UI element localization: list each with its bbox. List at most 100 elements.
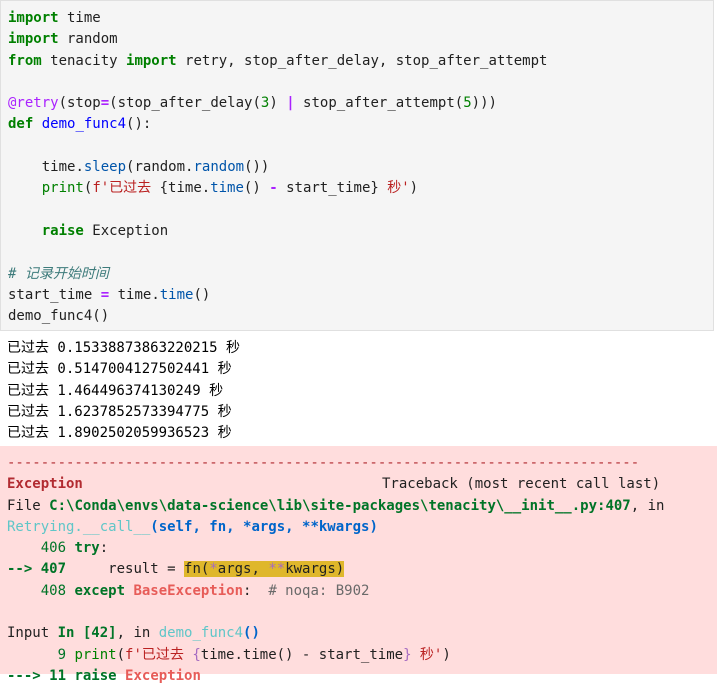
line-number: 11 — [49, 667, 75, 684]
code-token: 秒' — [411, 646, 443, 663]
traceback-header: Traceback (most recent call last) — [382, 476, 661, 493]
code-line: def demo_func4(): — [8, 114, 547, 135]
code-line: @retry(stop=(stop_after_delay(3) | stop_… — [8, 93, 547, 114]
code-token: BaseException — [133, 582, 244, 599]
code-token: @retry — [8, 95, 59, 112]
code-token: = — [100, 95, 110, 112]
code-token: : — [99, 540, 109, 557]
code-token: Exception — [83, 222, 169, 239]
code-token: print — [74, 646, 117, 663]
code-token: raise — [74, 667, 117, 684]
stdout-line: 已过去 0.15338873863220215 秒 — [7, 340, 241, 356]
code-token: time — [159, 286, 194, 303]
code-token: start_time — [8, 286, 101, 303]
code-token: time.time() - start_time — [200, 646, 404, 663]
code-token: raise — [41, 222, 84, 239]
code-line: from tenacity import retry, stop_after_d… — [8, 51, 547, 72]
code-token: - — [269, 180, 278, 197]
code-editor[interactable]: import time import random from tenacity im… — [8, 8, 547, 327]
code-token: ) — [269, 95, 287, 112]
code-token: * — [209, 561, 218, 578]
traceback-code-line: ---> 11 raise Exception — [7, 666, 664, 687]
code-token: { — [192, 646, 201, 663]
code-token: import — [8, 31, 59, 48]
code-token: # 记录开始时间 — [8, 265, 109, 282]
current-line-arrow: --> — [7, 561, 41, 578]
file-path-link[interactable]: C:\Conda\envs\data-science\lib\site-pack… — [49, 498, 631, 514]
code-token: start_time} — [277, 180, 379, 197]
code-token: | — [286, 95, 295, 112]
input-parens: () — [243, 625, 260, 642]
code-token: () — [193, 286, 211, 303]
code-line: import time — [8, 8, 547, 29]
current-line-arrow: ---> — [7, 667, 50, 684]
line-number: 9 — [7, 646, 75, 663]
code-token: : — [243, 582, 269, 599]
func-args: (self, fn, *args, **kwargs) — [150, 518, 378, 535]
code-token: time — [8, 159, 76, 176]
code-token: # noqa: B902 — [268, 582, 370, 599]
code-token: from — [8, 52, 42, 69]
code-token: stop_after_attempt( — [294, 95, 464, 112]
code-token: fn( — [184, 561, 210, 578]
file-suffix: , in — [630, 497, 665, 514]
code-token: = — [100, 286, 110, 303]
code-token: ** — [268, 561, 286, 578]
code-token: demo_func4 — [41, 116, 127, 133]
exception-name: Exception — [7, 476, 83, 493]
input-func-name: demo_func4 — [158, 625, 244, 642]
code-token: 秒' — [378, 180, 410, 197]
code-token: sleep — [83, 159, 127, 176]
code-token: (stop_after_delay( — [109, 95, 261, 112]
stdout-line: 已过去 1.8902502059936523 秒 — [7, 425, 232, 442]
code-token: ) — [442, 646, 451, 663]
code-line: time.sleep(random.random()) — [8, 157, 547, 178]
input-cell-label: In [42] — [57, 625, 117, 642]
code-token: . — [201, 180, 211, 197]
code-token: Exception — [125, 667, 201, 684]
input-mid: , in — [116, 625, 159, 642]
traceback-frame-2: 9 print(f'已过去 {time.time() - start_time}… — [7, 645, 664, 687]
traceback-code-line: 406 try: — [7, 538, 664, 559]
stdout-line: 已过去 1.6237852573394775 秒 — [7, 403, 232, 420]
code-input-cell[interactable]: import time import random from tenacity im… — [0, 0, 714, 331]
traceback-code-line: 9 print(f'已过去 {time.time() - start_time}… — [7, 645, 664, 666]
code-token: time — [109, 286, 152, 303]
stderr-output: ----------------------------------------… — [0, 446, 717, 684]
code-token: {time — [159, 180, 202, 197]
code-token: time — [210, 180, 244, 197]
code-token: 5 — [463, 95, 472, 112]
code-line: import random — [8, 29, 547, 50]
code-token: def — [8, 116, 34, 133]
code-token: . — [75, 159, 84, 176]
code-token: (stop — [58, 95, 101, 112]
traceback-code-line: 408 except BaseException: # noqa: B902 — [7, 581, 664, 602]
code-line: # 记录开始时间 — [8, 264, 547, 285]
input-prefix: Input — [7, 625, 58, 642]
code-token: ( — [116, 646, 126, 663]
code-line: start_time = time.time() — [8, 285, 547, 306]
code-token: args, — [217, 561, 269, 578]
code-line: demo_func4() — [8, 306, 547, 327]
func-name: Retrying.__call__ — [7, 518, 151, 535]
stdout-line: 已过去 0.5147004127502441 秒 — [7, 361, 232, 378]
line-number: 407 — [40, 561, 75, 578]
traceback-frame-1: 406 try: --> 407 result = fn(*args, **kwa… — [7, 538, 664, 602]
traceback-separator: ----------------------------------------… — [7, 455, 640, 471]
code-token: } — [403, 646, 412, 663]
code-token: except — [74, 582, 126, 599]
code-token: time — [58, 10, 101, 26]
code-token: retry, stop_after_delay, stop_after_atte… — [176, 52, 548, 69]
stdout-output: 已过去 0.15338873863220215 秒已过去 0.514700412… — [7, 338, 240, 444]
traceback-input-line: Input In [42], in demo_func4() — [7, 623, 664, 644]
code-token: ))) — [471, 95, 497, 112]
code-token: (random — [126, 159, 186, 176]
